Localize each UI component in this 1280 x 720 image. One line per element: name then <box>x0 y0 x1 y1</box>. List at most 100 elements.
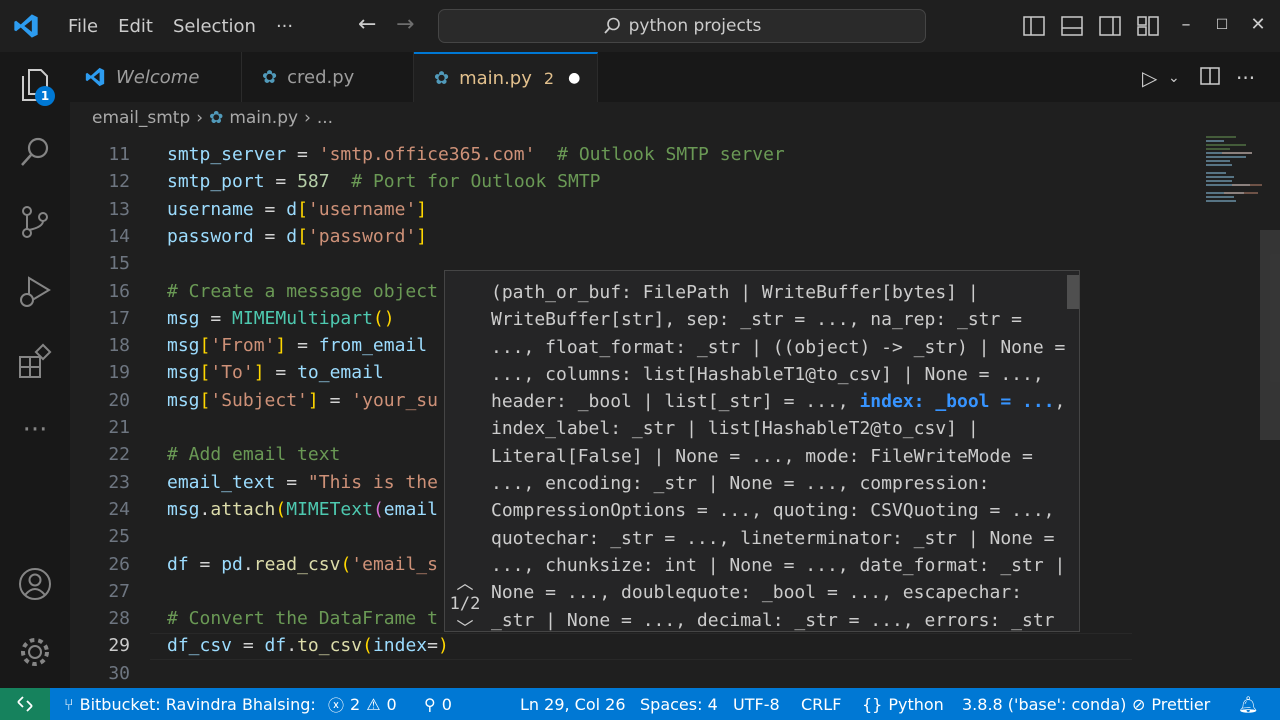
code-token: ] <box>253 362 265 384</box>
menu-edit[interactable]: Edit <box>108 0 163 52</box>
python-interpreter[interactable]: 3.8.8 ('base': conda) <box>962 688 1126 720</box>
more-views-icon[interactable]: ··· <box>15 410 55 450</box>
eol-status[interactable]: CRLF <box>801 688 841 720</box>
code-line[interactable]: 11 smtp_server = 'smtp.office365.com' # O… <box>70 141 1132 168</box>
run-dropdown-chevron-icon[interactable]: ⌄ <box>1168 70 1180 86</box>
breadcrumb-folder[interactable]: email_smtp <box>92 108 190 128</box>
code-token: msg <box>167 307 200 329</box>
code-token: username <box>167 198 254 220</box>
signature-text: (path_or_buf: FilePath | WriteBuffer[byt… <box>491 279 1071 631</box>
line-number: 14 <box>108 225 130 247</box>
toggle-secondary-sidebar-icon[interactable] <box>1098 14 1122 38</box>
code-token: ( <box>340 553 352 575</box>
line-number: 26 <box>108 553 130 575</box>
code-token: MIMEText <box>286 498 373 520</box>
menu-selection[interactable]: Selection <box>163 0 266 52</box>
code-token: . <box>242 553 254 575</box>
accounts-icon[interactable] <box>15 564 55 604</box>
chevron-right-icon: › <box>196 108 204 128</box>
code-text: df = pd.read_csv('email_s <box>167 551 438 578</box>
code-line[interactable]: 12 smtp_port = 587 # Port for Outlook SMT… <box>70 168 1132 195</box>
back-arrow-icon[interactable]: ← <box>358 12 376 37</box>
code-token: "This is the <box>307 471 438 493</box>
maximize-icon[interactable]: ☐ <box>1210 17 1234 33</box>
code-text: # Add email text <box>167 441 340 468</box>
code-token: email_text <box>167 471 276 493</box>
code-token: ] <box>416 198 428 220</box>
run-python-icon[interactable]: ▷ <box>1142 66 1157 90</box>
minimize-icon[interactable]: – <box>1174 14 1198 35</box>
code-line[interactable]: 14 password = d['password'] <box>70 223 1132 250</box>
run-debug-icon[interactable] <box>15 272 55 312</box>
cursor-position[interactable]: Ln 29, Col 26 <box>520 688 626 720</box>
extensions-icon[interactable] <box>15 342 55 382</box>
code-token: # Create a message object <box>167 280 438 302</box>
menu-file[interactable]: File <box>58 0 108 52</box>
code-token: 'To' <box>210 362 254 384</box>
chevron-down-icon[interactable]: ﹀ <box>445 614 485 631</box>
signature-params-after: , index_label: _str | list[HashableT2@to… <box>491 391 1077 631</box>
code-token: # Port for Outlook SMTP <box>351 171 601 193</box>
prettier-status[interactable]: ⊘ Prettier <box>1132 688 1210 720</box>
activity-bar: 1 ··· <box>0 52 70 688</box>
ports-status[interactable]: ⚲ 0 <box>424 688 452 720</box>
code-line[interactable]: 13 username = d['username'] <box>70 196 1132 223</box>
more-actions-icon[interactable]: ··· <box>1236 66 1255 90</box>
line-number: 19 <box>108 362 130 384</box>
manage-gear-icon[interactable] <box>15 632 55 672</box>
code-text: msg['Subject'] = 'your_su <box>167 387 438 414</box>
code-token: . <box>286 635 298 657</box>
vertical-scrollbar[interactable] <box>1260 230 1280 440</box>
toggle-panel-icon[interactable] <box>1060 14 1084 38</box>
bitbucket-status[interactable]: ⑂ Bitbucket: Ravindra Bhalsing: <box>64 688 316 720</box>
search-icon <box>603 17 620 34</box>
notifications-bell-icon[interactable]: 🔔︎ <box>1238 688 1258 720</box>
code-token: MIMEMultipart <box>232 307 373 329</box>
tab-main-py[interactable]: ✿ main.py 2 ● <box>414 52 598 102</box>
line-number: 30 <box>108 662 130 684</box>
code-token: [ <box>199 335 211 357</box>
breadcrumb-file[interactable]: main.py <box>229 108 298 128</box>
remote-indicator-icon[interactable] <box>0 688 50 720</box>
split-editor-icon[interactable] <box>1200 66 1220 86</box>
line-number: 12 <box>108 171 130 193</box>
code-token: [ <box>297 225 308 247</box>
indentation-status[interactable]: Spaces: 4 <box>640 688 718 720</box>
tab-label: Welcome <box>116 66 200 88</box>
toggle-primary-sidebar-icon[interactable] <box>1022 14 1046 38</box>
code-line[interactable]: 30 <box>70 660 1132 687</box>
search-icon[interactable] <box>15 132 55 172</box>
breadcrumb-symbol[interactable]: ... <box>317 108 333 128</box>
code-token: = <box>427 635 438 657</box>
signature-help-popup: (path_or_buf: FilePath | WriteBuffer[byt… <box>444 270 1080 632</box>
code-token: = <box>253 225 287 247</box>
language-mode[interactable]: {} Python <box>862 688 944 720</box>
code-line[interactable]: 29 df_csv = df.to_csv(index=) <box>70 632 1132 659</box>
chevron-right-icon: › <box>304 108 311 128</box>
forward-arrow-icon[interactable]: → <box>396 12 414 37</box>
unsaved-dot-icon[interactable]: ● <box>568 70 580 86</box>
code-token: # Add email text <box>167 444 341 466</box>
code-token: ( <box>362 635 373 657</box>
encoding-status[interactable]: UTF-8 <box>733 688 780 720</box>
menu-more[interactable]: ··· <box>266 0 303 52</box>
bitbucket-label: Bitbucket: Ravindra Bhalsing: <box>79 694 316 714</box>
problems-status[interactable]: ⓧ 2 ⚠ 0 <box>328 688 397 720</box>
chevron-up-icon[interactable]: ︿ <box>445 569 485 594</box>
code-token: msg <box>167 389 200 411</box>
source-control-icon[interactable] <box>15 202 55 242</box>
code-text: smtp_port = 587 # Port for Outlook SMTP <box>167 168 601 195</box>
line-number: 13 <box>108 198 130 220</box>
tab-cred-py[interactable]: ✿ cred.py <box>242 52 414 102</box>
code-text: msg.attach(MIMEText(email <box>167 496 438 523</box>
code-token: = <box>286 335 319 357</box>
code-token: ] <box>307 389 319 411</box>
tab-welcome[interactable]: Welcome <box>70 52 242 102</box>
close-icon[interactable]: ✕ <box>1246 14 1270 35</box>
customize-layout-icon[interactable] <box>1136 14 1160 38</box>
line-number: 27 <box>108 580 130 602</box>
code-token: df_csv <box>167 635 233 657</box>
command-center-search[interactable]: python projects <box>438 9 926 43</box>
